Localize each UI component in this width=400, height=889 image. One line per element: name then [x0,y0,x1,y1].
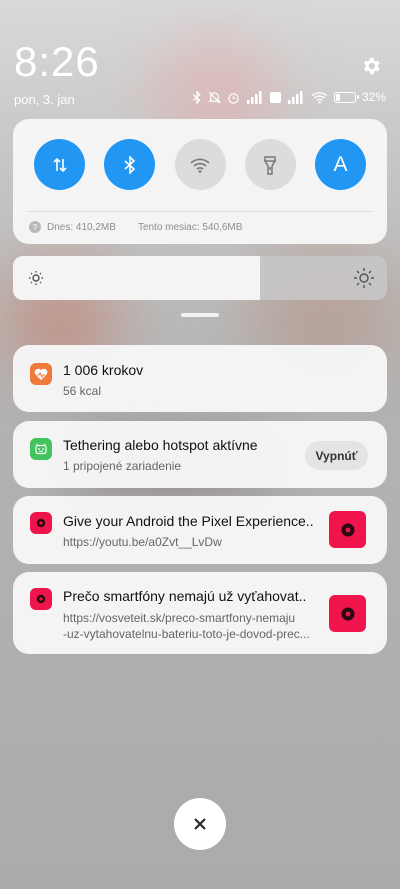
drag-handle[interactable] [181,313,219,317]
signal-4g-icon [246,90,262,104]
turn-off-button[interactable]: Vypnúť [305,441,368,470]
brightness-low-icon [29,271,43,285]
mute-bell-icon [208,91,221,103]
notification-text: 1 pripojené zariadenie [63,459,182,473]
wifi-toggle[interactable] [174,139,226,190]
news-logo-icon [341,607,354,620]
question-icon: ? [29,221,41,233]
settings-gear-icon[interactable] [360,55,382,77]
news-logo-icon [341,523,354,536]
news-logo-icon [36,518,46,528]
alarm-icon [228,92,239,104]
bluetooth-status-icon [192,90,201,104]
battery-fill [335,93,341,101]
article-thumbnail [329,511,366,548]
data-usage-row[interactable]: ? Dnes: 410,2MB Tento mesiac: 540,6MB [29,221,242,233]
notification-article[interactable]: Give your Android the Pixel Experience..… [13,496,387,564]
news-app-icon [30,588,52,610]
auto-brightness-toggle[interactable]: A [315,139,366,190]
date: pon, 3. jan [14,92,75,107]
notification-title: Prečo smartfóny nemajú už vyťahovat.. [63,588,307,604]
notification-title: Give your Android the Pixel Experience.. [63,513,314,529]
wifi-status-icon [311,91,328,104]
article-thumbnail [329,595,366,632]
brightness-fill [13,256,260,300]
android-app-icon [30,438,52,460]
signal-icon [287,90,303,104]
data-month: Tento mesiac: 540,6MB [137,221,243,233]
hd-icon [269,91,281,103]
mobile-data-icon [52,157,67,172]
notification-article[interactable]: Prečo smartfóny nemajú už vyťahovat.. ht… [13,572,387,654]
data-today: Dnes: 410,2MB [47,221,116,233]
battery-icon [333,91,359,103]
notification-title: Tethering alebo hotspot aktívne [63,437,258,453]
quick-settings-panel: A ? Dnes: 410,2MB Tento mesiac: 540,6MB [13,119,387,244]
notification-steps[interactable]: 1 006 krokov 56 kcal [13,345,387,412]
heart-icon [34,368,48,380]
notification-text: https://youtu.be/a0Zvt__LvDw [63,535,222,549]
mobile-data-toggle[interactable] [34,139,85,190]
bluetooth-toggle[interactable] [104,139,156,190]
news-logo-icon [36,594,46,604]
auto-brightness-letter: A [333,152,348,176]
notification-text: 56 kcal [63,384,102,398]
news-app-icon [30,512,52,534]
flashlight-toggle[interactable] [244,139,296,190]
bluetooth-icon [124,155,135,174]
health-app-icon [30,363,52,385]
battery-percent: 32% [361,90,386,104]
divider [27,211,373,212]
wifi-icon [190,158,210,173]
notification-title: 1 006 krokov [63,362,144,378]
flashlight-icon [263,155,277,175]
clock: 8:26 [14,38,100,85]
clear-all-button[interactable] [174,798,226,850]
notification-text-line1: https://vosveteit.sk/preco-smartfony-nem… [63,611,296,625]
android-icon [35,443,47,454]
brightness-slider[interactable] [13,256,387,300]
close-icon [194,818,206,830]
notification-hotspot[interactable]: Tethering alebo hotspot aktívne 1 pripoj… [13,421,387,488]
notification-text-line2: -uz-vytahovatelnu-bateriu-toto-je-dovod-… [63,627,310,641]
brightness-high-icon [354,268,374,288]
status-icons: 32% [192,90,386,104]
